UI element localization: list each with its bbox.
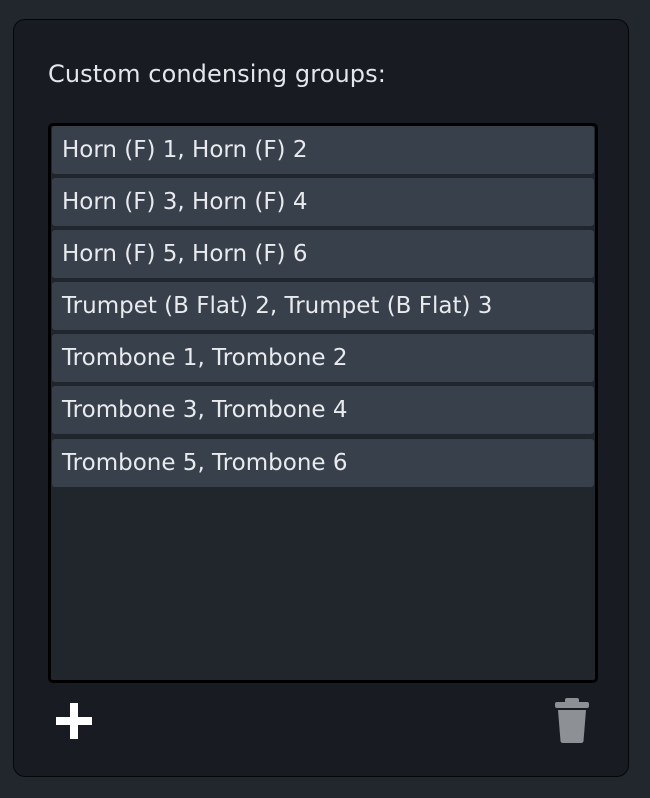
condensing-groups-list[interactable]: Horn (F) 1, Horn (F) 2 Horn (F) 3, Horn … [48,123,598,683]
list-item[interactable]: Trombone 5, Trombone 6 [52,439,594,487]
list-item[interactable]: Trombone 1, Trombone 2 [52,334,594,382]
trash-icon [555,698,589,743]
list-item[interactable]: Horn (F) 3, Horn (F) 4 [52,178,594,226]
list-item[interactable]: Trombone 3, Trombone 4 [52,386,594,434]
add-group-button[interactable] [52,699,96,743]
condensing-groups-panel: Custom condensing groups: Horn (F) 1, Ho… [13,19,629,777]
list-item[interactable]: Horn (F) 1, Horn (F) 2 [52,126,594,174]
list-item[interactable]: Horn (F) 5, Horn (F) 6 [52,230,594,278]
panel-label: Custom condensing groups: [48,60,386,88]
list-actions [48,696,598,746]
plus-icon [56,703,92,739]
delete-group-button[interactable] [552,696,592,744]
list-item[interactable]: Trumpet (B Flat) 2, Trumpet (B Flat) 3 [52,282,594,330]
